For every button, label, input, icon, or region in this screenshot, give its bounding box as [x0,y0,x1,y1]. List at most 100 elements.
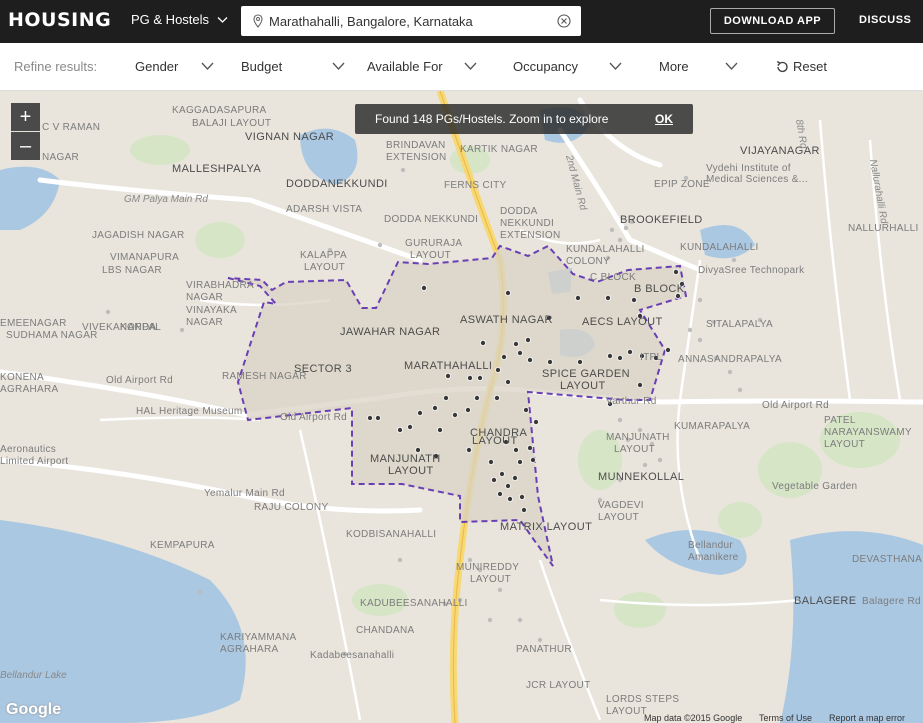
report-map-error-link[interactable]: Report a map error [829,713,905,723]
svg-text:LAYOUT: LAYOUT [614,444,655,455]
google-logo: Google [6,701,62,718]
map-canvas[interactable]: KAGGADASAPURA BALAJI LAYOUT VIGNAN NAGAR… [0,91,923,723]
svg-text:KARIYAMMANA: KARIYAMMANA [220,632,296,643]
discuss-link[interactable]: DISCUSS [859,14,911,26]
category-dropdown[interactable]: PG & Hostels [131,12,228,27]
svg-text:Old Airport Rd: Old Airport Rd [280,412,347,423]
svg-text:NAGAR: NAGAR [42,152,79,163]
svg-text:LAYOUT: LAYOUT [304,262,345,273]
svg-text:Amanikere: Amanikere [688,552,739,563]
svg-text:EPIP ZONE: EPIP ZONE [654,179,710,190]
svg-text:AGRAHARA: AGRAHARA [0,384,59,395]
map-data-attribution: Map data ©2015 Google [644,713,743,723]
svg-text:KUMARAPALYA: KUMARAPALYA [674,421,750,432]
chevron-down-icon [217,17,228,23]
results-banner: Found 148 PGs/Hostels. Zoom in to explor… [355,104,693,134]
filter-budget-label: Budget [241,59,283,74]
svg-text:JAWAHAR NAGAR: JAWAHAR NAGAR [340,326,440,338]
svg-text:NARAYANSWAMY: NARAYANSWAMY [824,427,912,438]
svg-text:FERNS CITY: FERNS CITY [444,180,506,191]
svg-text:Medical Sciences &...: Medical Sciences &... [706,174,808,185]
svg-text:NEKKUNDI: NEKKUNDI [500,218,554,229]
banner-ok-button[interactable]: OK [655,112,673,126]
housing-logo[interactable]: HOUSING [8,9,111,31]
filter-gender[interactable]: Gender [135,59,214,74]
svg-text:Old Airport Rd: Old Airport Rd [106,375,173,386]
filter-occupancy[interactable]: Occupancy [513,59,622,74]
svg-text:C BLOCK: C BLOCK [590,272,636,283]
svg-text:BRINDAVAN: BRINDAVAN [386,140,446,151]
svg-text:DODDA NEKKUNDI: DODDA NEKKUNDI [384,214,478,225]
svg-text:VAGDEVI: VAGDEVI [598,500,644,511]
svg-text:BALAJI LAYOUT: BALAJI LAYOUT [192,118,271,129]
svg-text:KEMPAPURA: KEMPAPURA [150,540,215,551]
svg-text:BALAGERE: BALAGERE [794,595,857,607]
chevron-down-icon [332,62,345,70]
filter-budget[interactable]: Budget [241,59,345,74]
svg-text:LAYOUT: LAYOUT [388,465,434,477]
svg-text:DODDANEKKUNDI: DODDANEKKUNDI [286,178,388,190]
chevron-down-icon [609,62,622,70]
filter-more[interactable]: More [659,59,738,74]
svg-text:PATEL: PATEL [824,415,856,426]
svg-text:NAGAR: NAGAR [186,317,223,328]
svg-text:Vegetable Garden: Vegetable Garden [772,481,857,492]
svg-text:LAYOUT: LAYOUT [470,574,511,585]
svg-text:ADARSH VISTA: ADARSH VISTA [286,204,362,215]
svg-text:MANJUNATH: MANJUNATH [606,432,670,443]
svg-text:KARTIK NAGAR: KARTIK NAGAR [460,144,538,155]
svg-text:RAJU COLONY: RAJU COLONY [254,502,328,513]
svg-text:KUNDALAHALLI: KUNDALAHALLI [566,244,645,255]
svg-text:EXTENSION: EXTENSION [386,152,447,163]
svg-text:PANATHUR: PANATHUR [516,644,572,655]
svg-text:KALAPPA: KALAPPA [300,250,347,261]
svg-text:JAGADISH NAGAR: JAGADISH NAGAR [92,230,185,241]
svg-text:LAYOUT: LAYOUT [598,512,639,523]
download-app-button[interactable]: DOWNLOAD APP [710,8,835,34]
svg-text:AGRAHARA: AGRAHARA [220,644,279,655]
zoom-in-button[interactable]: + [11,103,40,131]
svg-text:NAGAR: NAGAR [186,292,223,303]
svg-text:Kadabeesanahalli: Kadabeesanahalli [310,650,394,661]
zoom-out-button[interactable]: – [11,132,40,160]
svg-text:JCR LAYOUT: JCR LAYOUT [526,680,591,691]
svg-text:EXTENSION: EXTENSION [500,230,561,241]
svg-text:GURURAJA: GURURAJA [405,238,462,249]
svg-text:Bellandur: Bellandur [688,540,733,551]
svg-text:VIMANAPURA: VIMANAPURA [110,252,179,263]
filter-bar: Refine results: Gender Budget Available … [0,43,923,91]
svg-text:MUNNEKOLLAL: MUNNEKOLLAL [598,471,684,483]
svg-text:MATRIX LAYOUT: MATRIX LAYOUT [500,521,592,533]
chevron-down-icon [201,62,214,70]
top-navbar: HOUSING PG & Hostels DOWNLOAD APP DISCUS… [0,0,923,43]
clear-search-icon[interactable] [557,14,571,28]
svg-text:LAYOUT: LAYOUT [560,380,606,392]
svg-text:LAYOUT: LAYOUT [472,435,518,447]
reset-icon [776,60,788,72]
svg-text:C V RAMAN: C V RAMAN [42,122,100,133]
svg-text:DODDA: DODDA [500,206,538,217]
svg-text:KONENA: KONENA [0,372,44,383]
svg-text:HAL Heritage Museum: HAL Heritage Museum [136,406,242,417]
svg-text:Limited Airport: Limited Airport [0,456,68,467]
location-search-input[interactable] [269,13,557,29]
svg-text:VINAYAKA: VINAYAKA [186,305,237,316]
filter-available-for[interactable]: Available For [367,59,477,74]
filter-available-for-label: Available For [367,59,443,74]
chevron-down-icon [464,62,477,70]
terms-of-use-link[interactable]: Terms of Use [759,713,812,723]
filter-occupancy-label: Occupancy [513,59,579,74]
svg-text:NALLURHALLI: NALLURHALLI [848,223,919,234]
svg-text:B BLOCK: B BLOCK [634,283,685,295]
svg-text:LBS NAGAR: LBS NAGAR [102,265,162,276]
svg-text:COLONY: COLONY [566,256,610,267]
svg-text:ANNASANDRAPALYA: ANNASANDRAPALYA [678,354,782,365]
category-label: PG & Hostels [131,12,210,27]
svg-text:MARATHAHALLI: MARATHAHALLI [404,360,492,372]
svg-text:KODBISANAHALLI: KODBISANAHALLI [346,529,436,540]
reset-filters-button[interactable]: Reset [775,59,827,74]
svg-text:Vydehi Institute of: Vydehi Institute of [706,163,791,174]
svg-text:VIGNAN NAGAR: VIGNAN NAGAR [245,131,334,143]
location-search-box [241,6,581,36]
svg-text:KAGGADASAPURA: KAGGADASAPURA [172,105,267,116]
